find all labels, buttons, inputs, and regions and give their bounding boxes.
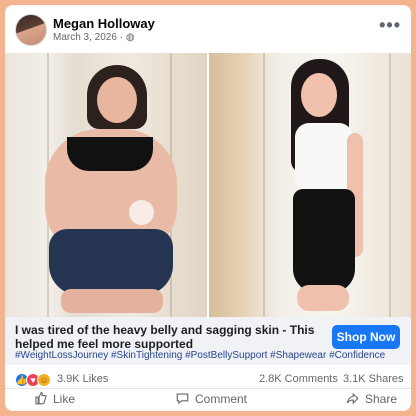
after-person <box>281 59 373 311</box>
comment-button[interactable]: Comment <box>175 391 247 406</box>
share-button[interactable]: Share <box>345 391 397 406</box>
promo-frame: Megan Holloway March 3, 2026 · ◍ ••• I w… <box>0 0 416 416</box>
navy-shorts <box>49 229 173 295</box>
white-top <box>295 123 353 189</box>
social-post-card: Megan Holloway March 3, 2026 · ◍ ••• I w… <box>5 5 411 411</box>
author-name[interactable]: Megan Holloway <box>53 16 155 31</box>
more-options-icon[interactable]: ••• <box>379 16 401 34</box>
face <box>301 73 337 117</box>
legs <box>61 289 163 313</box>
care-reaction-icon: ☺ <box>37 373 51 387</box>
shares-count[interactable]: 3.1K Shares <box>343 373 404 385</box>
legs <box>297 285 349 311</box>
ad-headline[interactable]: I was tired of the heavy belly and saggi… <box>15 323 320 351</box>
like-label: Like <box>53 391 76 406</box>
post-actions: Like Comment Share <box>5 389 411 411</box>
author-avatar[interactable] <box>15 14 47 46</box>
date-text: March 3, 2026 · <box>53 32 126 43</box>
reaction-summary: 👍 ♥ ☺ 3.9K Likes 2.8K Comments 3.1K Shar… <box>5 365 411 389</box>
shop-now-button[interactable]: Shop Now <box>332 325 400 349</box>
share-icon <box>346 392 359 405</box>
doorframe-line <box>263 53 265 317</box>
black-bra <box>67 137 153 171</box>
globe-icon: ◍ <box>125 32 135 43</box>
post-date: March 3, 2026 · ◍ <box>53 32 135 43</box>
likes-count[interactable]: 3.9K Likes <box>57 373 108 385</box>
hashtags[interactable]: #WeightLossJourney #SkinTightening #Post… <box>15 350 405 361</box>
before-person <box>39 65 185 313</box>
comment-icon <box>176 393 189 405</box>
doorframe-line <box>389 53 391 317</box>
comment-label: Comment <box>195 391 248 406</box>
highlight-spot <box>129 200 154 225</box>
before-photo <box>5 53 207 317</box>
thumbs-up-icon <box>35 391 47 405</box>
black-shaping-shorts <box>293 189 355 293</box>
like-button[interactable]: Like <box>33 391 75 406</box>
comments-count[interactable]: 2.8K Comments <box>259 373 338 385</box>
before-after-image[interactable] <box>5 53 411 317</box>
post-header: Megan Holloway March 3, 2026 · ◍ ••• <box>5 5 411 53</box>
share-label: Share <box>365 391 398 406</box>
ad-link-area[interactable]: I was tired of the heavy belly and saggi… <box>5 317 411 365</box>
face <box>97 77 137 123</box>
